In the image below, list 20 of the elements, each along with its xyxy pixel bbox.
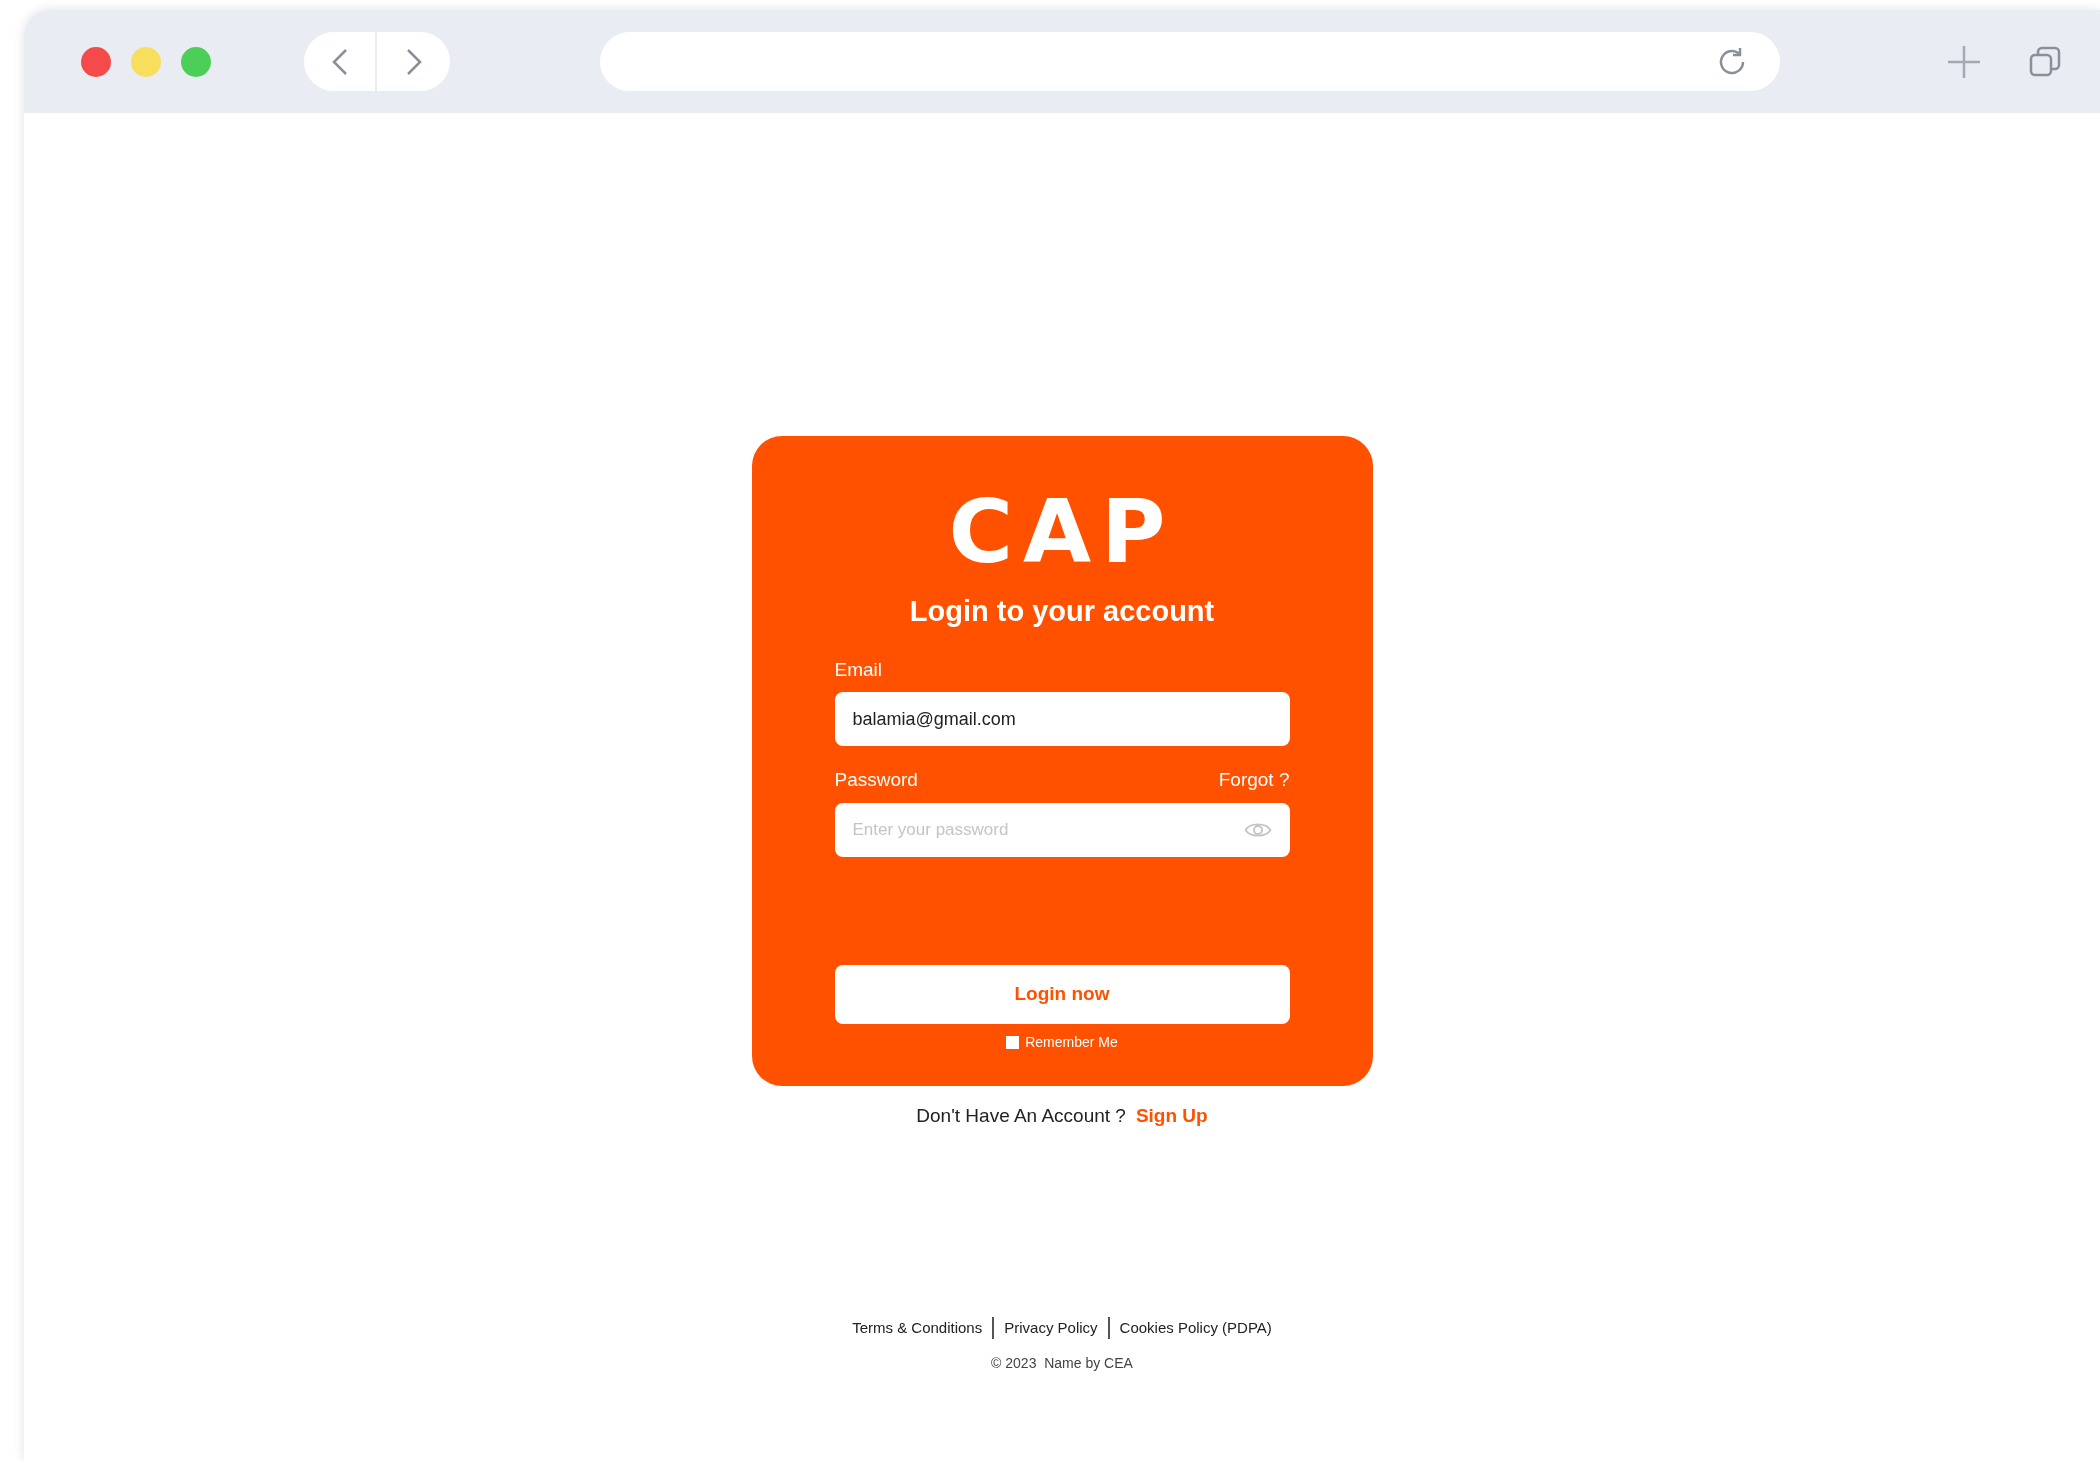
new-tab-icon[interactable] xyxy=(1946,43,1982,80)
back-icon xyxy=(331,47,348,76)
minimize-window-icon[interactable] xyxy=(131,46,161,77)
email-field[interactable]: balamia@gmail.com xyxy=(834,692,1290,746)
footer-link[interactable]: Privacy Policy xyxy=(1004,1316,1098,1339)
close-window-icon[interactable] xyxy=(81,46,111,77)
tabs-icon[interactable] xyxy=(2028,44,2062,79)
logo: CAP xyxy=(948,488,1176,576)
forward-icon xyxy=(405,47,422,76)
login-title: Login to your account xyxy=(909,594,1215,629)
maximize-window-icon[interactable] xyxy=(181,46,211,77)
email-label: Email xyxy=(834,657,882,682)
footer-link[interactable]: Cookies Policy (PDPA) xyxy=(1119,1316,1272,1339)
copyright-text: © 2023 Name by CEA xyxy=(991,1354,1133,1373)
remember-checkbox[interactable] xyxy=(1006,1035,1020,1049)
password-label: Password xyxy=(834,768,918,792)
signup-prompt: Don't Have An Account ? xyxy=(916,1104,1126,1128)
password-field[interactable]: Enter your password xyxy=(834,802,1290,857)
remember-label: Remember Me xyxy=(1025,1032,1118,1052)
footer-link[interactable]: Terms & Conditions xyxy=(852,1316,983,1339)
